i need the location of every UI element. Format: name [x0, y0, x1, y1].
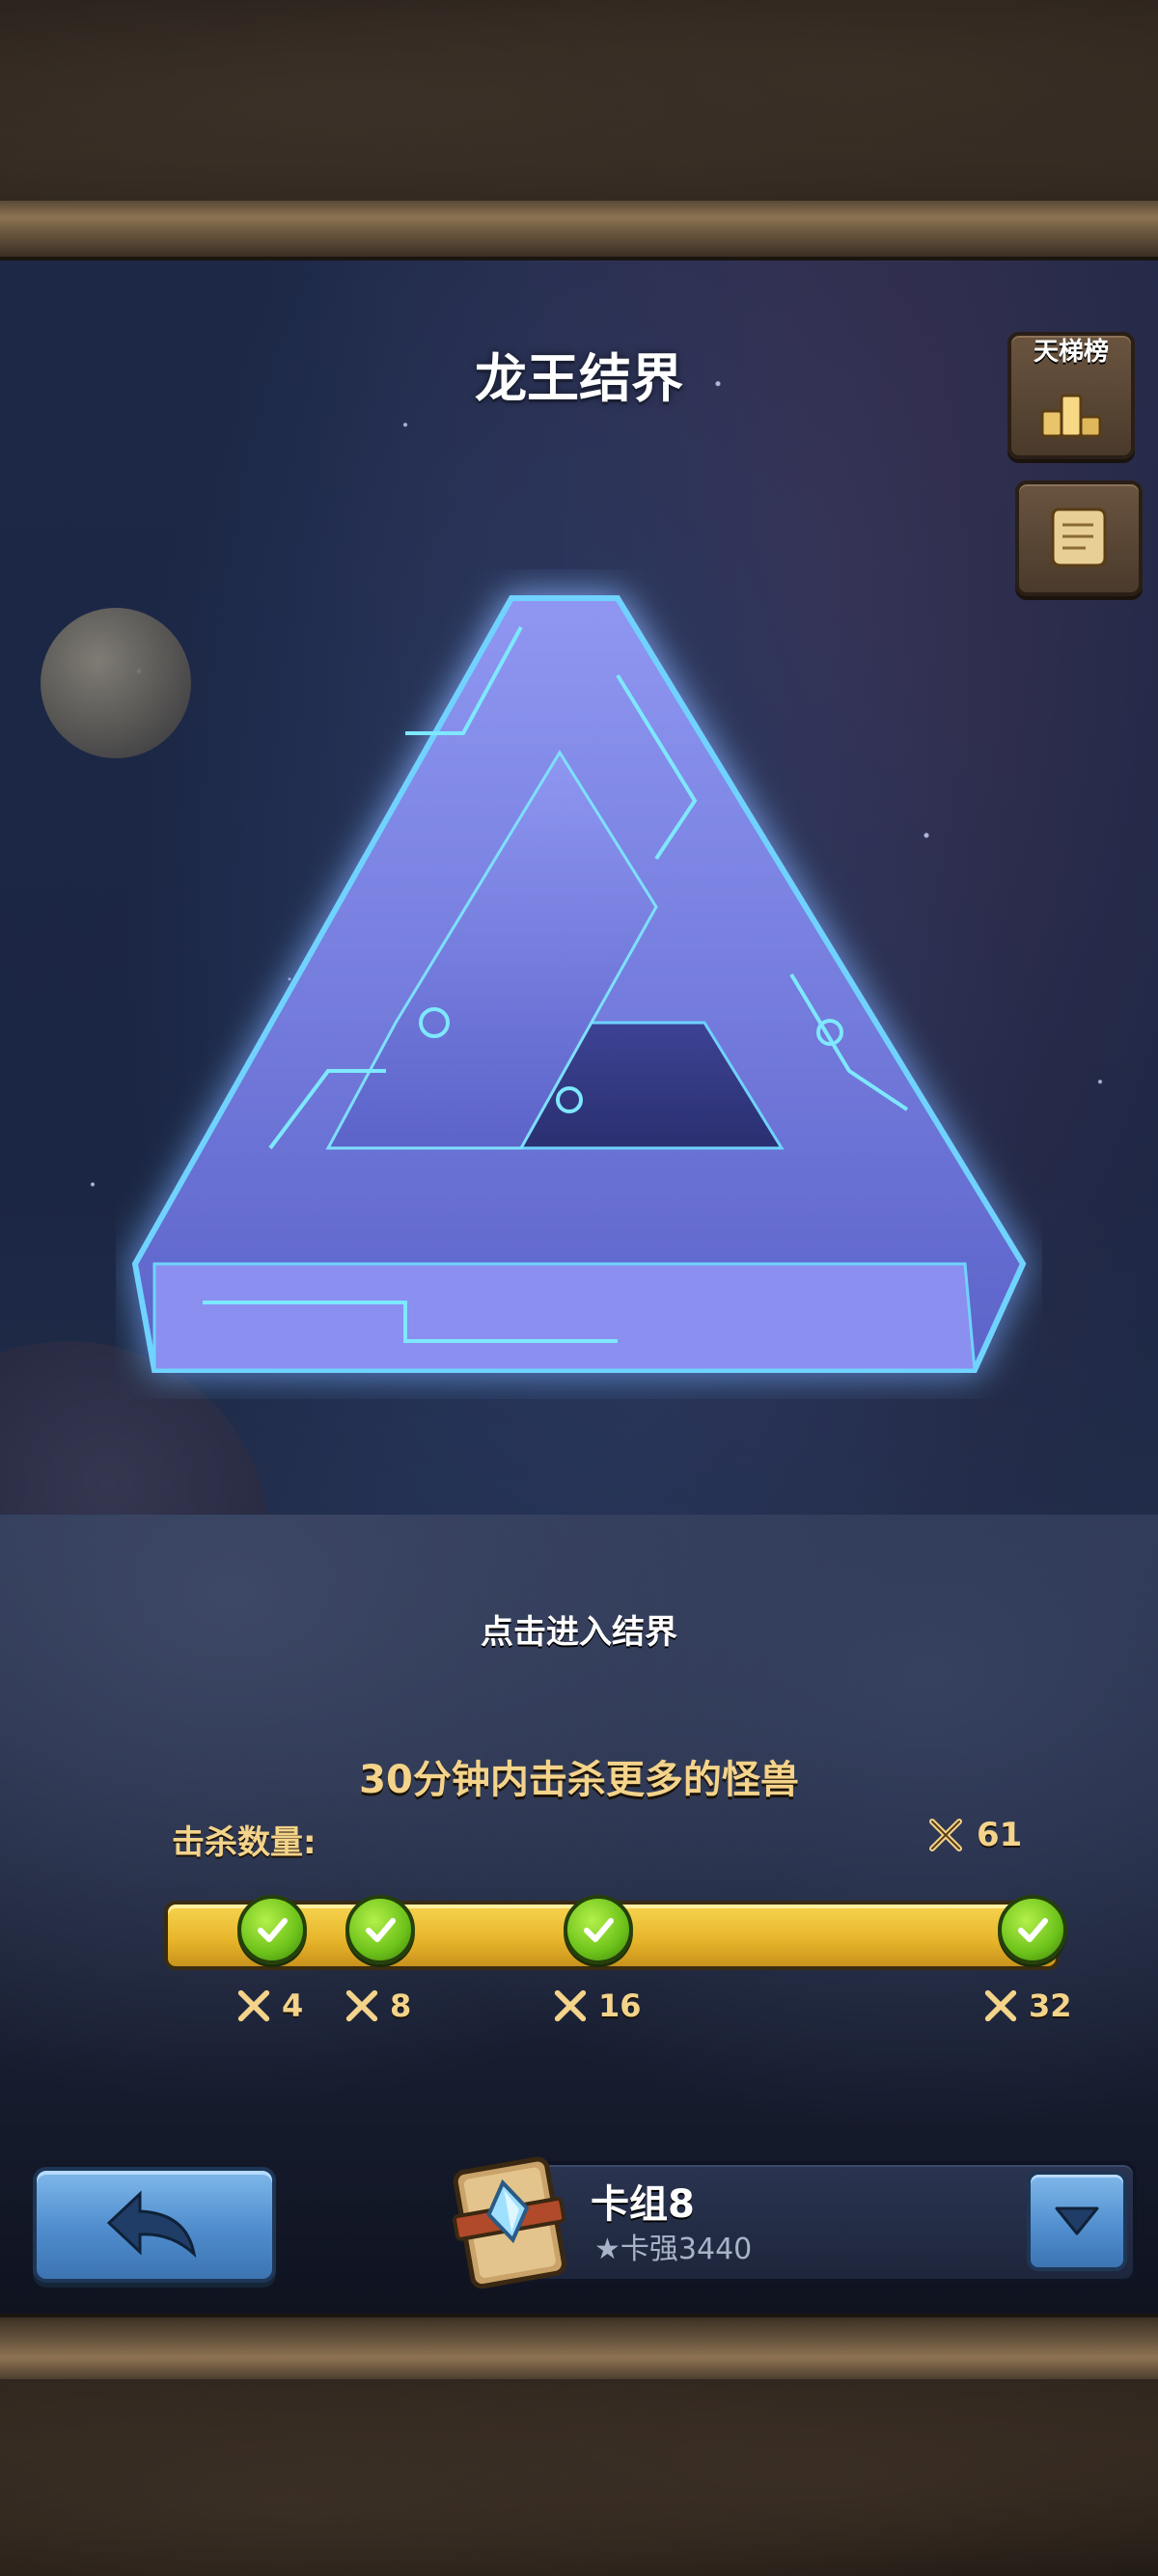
top-frame — [0, 0, 1158, 260]
crossed-swords-icon — [345, 1989, 378, 2022]
realm-portal-triangle[interactable] — [116, 569, 1042, 1399]
check-icon — [366, 1918, 396, 1942]
milestone-value-4: 32 — [1029, 1987, 1072, 2024]
ladder-label: 天梯榜 — [1033, 338, 1109, 367]
enter-realm-prompt[interactable]: 点击进入结界 — [0, 1605, 1158, 1653]
check-icon — [1018, 1918, 1048, 1942]
check-icon — [584, 1918, 614, 1942]
crossed-swords-icon — [237, 1989, 270, 2022]
back-button[interactable] — [33, 2167, 276, 2283]
bottom-frame — [0, 2314, 1158, 2576]
ladder-button[interactable]: 天梯榜 — [1007, 332, 1135, 459]
kill-count: 61 — [926, 1816, 1022, 1854]
milestone-check-1 — [237, 1895, 307, 1964]
chevron-down-icon — [1055, 2206, 1099, 2235]
milestone-label-4: 32 — [982, 1987, 1072, 2024]
podium-icon — [1040, 394, 1102, 438]
check-icon — [258, 1918, 288, 1942]
deck-dropdown-button[interactable] — [1027, 2171, 1127, 2271]
crossed-swords-icon — [554, 1989, 587, 2022]
card-deck-icon — [436, 2144, 581, 2298]
objective-text: 30分钟内击杀更多的怪兽 — [359, 1758, 799, 1802]
milestone-value-2: 8 — [390, 1987, 412, 2024]
milestone-label-2: 8 — [344, 1987, 411, 2024]
milestone-check-2 — [345, 1895, 415, 1964]
milestone-check-4 — [998, 1895, 1067, 1964]
deck-power: ★卡强3440 — [594, 2233, 753, 2266]
crossed-swords-icon — [984, 1989, 1017, 2022]
deck-name: 卡组8 — [591, 2182, 695, 2227]
back-arrow-icon — [106, 2190, 197, 2259]
milestone-value-3: 16 — [598, 1987, 642, 2024]
milestone-label-1: 4 — [235, 1987, 303, 2024]
scroll-icon — [1051, 507, 1107, 567]
milestone-check-3 — [564, 1895, 633, 1964]
milestone-label-3: 16 — [552, 1987, 642, 2024]
kill-count-label: 击杀数量: — [172, 1823, 317, 1862]
milestone-value-1: 4 — [282, 1987, 304, 2024]
crossed-swords-icon — [929, 1819, 962, 1851]
kill-count-value: 61 — [977, 1816, 1023, 1854]
page-title: 龙王结界 — [475, 348, 683, 409]
